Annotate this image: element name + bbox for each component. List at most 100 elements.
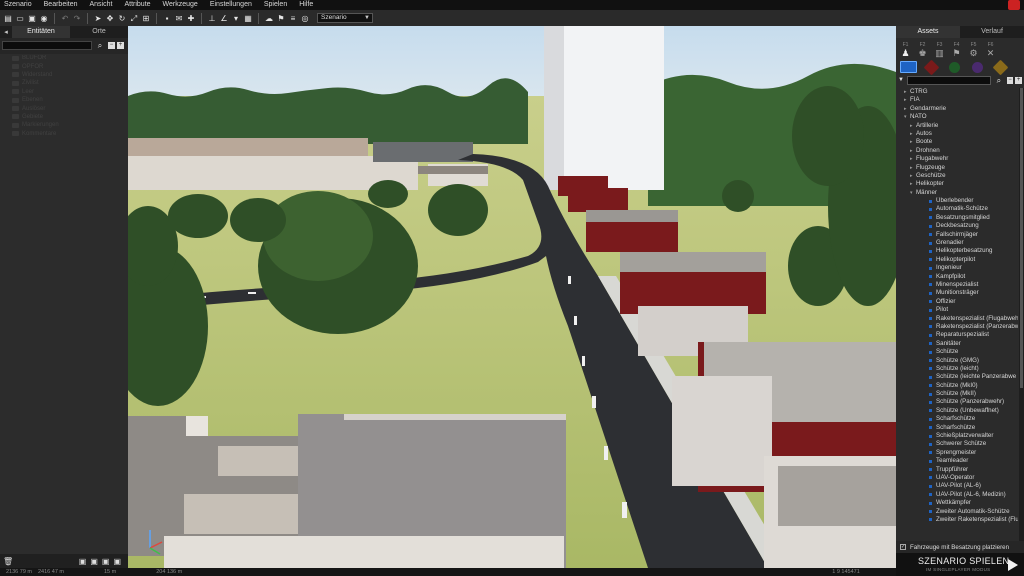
angle-icon[interactable]: ∠ [220,14,229,23]
weather-icon[interactable]: ☁ [265,14,274,23]
tree-item[interactable]: UAV-Pilot (AL-6) [896,482,1018,490]
tree-item[interactable]: ▸ Gendarmerie [896,105,1018,113]
category-modules[interactable]: F3 ▥ [934,42,945,58]
vertical-snap-icon[interactable]: ⊥ [208,14,217,23]
tree-item[interactable]: ▸ Flugzeuge [896,164,1018,172]
menu-spielen[interactable]: Spielen [258,0,293,10]
menu-ansicht[interactable]: Ansicht [84,0,119,10]
open-folder-icon[interactable]: ▭ [16,14,25,23]
tree-item[interactable]: UAV-Pilot (AL-6, Medizin) [896,491,1018,499]
tree-item[interactable]: Minenspezialist [896,281,1018,289]
community-icon[interactable] [1008,0,1020,10]
new-file-icon[interactable]: ▤ [4,14,13,23]
list-item[interactable]: Widerstand [0,71,128,79]
map-icon[interactable]: ▦ [244,14,253,23]
scenario-select[interactable]: Szenario ▼ [317,13,373,23]
search-icon[interactable]: ⌕ [96,41,105,50]
independent-faction-icon[interactable] [949,61,960,73]
scrollbar-thumb[interactable] [1020,88,1023,388]
category-groups[interactable]: F2 ♚ [917,42,928,58]
tree-item[interactable]: Wettkämpfer [896,499,1018,507]
list-item[interactable]: Markierungen [0,121,128,129]
new-layer-icon[interactable]: ▣ [90,557,98,566]
list-item[interactable]: Auslöser [0,104,128,112]
civilian-faction-icon[interactable] [972,61,983,73]
play-scenario-button[interactable]: SZENARIO SPIELEN IM SINGLEPLAYER MODUS [896,553,1024,576]
category-units[interactable]: F1 ♟ [900,42,911,58]
list-item[interactable]: Zivilist [0,79,128,87]
visibility-icon[interactable]: ▣ [113,557,121,566]
tree-item[interactable]: Munitionsträger [896,289,1018,297]
tree-item[interactable]: Offizier [896,298,1018,306]
new-folder-icon[interactable]: ▣ [79,557,87,566]
tab-assets[interactable]: Assets [896,26,960,38]
scale-icon[interactable]: ⤢ [130,14,139,23]
camera-focus-icon[interactable]: ▣ [102,557,110,566]
tree-item[interactable]: Deckbesatzung [896,222,1018,230]
tree-item[interactable]: Pilot [896,306,1018,314]
list-item[interactable]: Kommentare [0,130,128,138]
tree-item[interactable]: Reparaturspezialist [896,331,1018,339]
tree-item[interactable]: Schütze (leicht) [896,365,1018,373]
menu-szenario[interactable]: Szenario [0,0,38,10]
tree-item[interactable]: ▸ Helikopter [896,180,1018,188]
tree-item[interactable]: Raketenspezialist (Flugabwehr) [896,315,1018,323]
menu-einstellungen[interactable]: Einstellungen [204,0,258,10]
tree-item[interactable]: Schießplatzverwalter [896,432,1018,440]
tree-item[interactable]: ▾ NATO [896,113,1018,121]
tree-item[interactable]: Ingenieur [896,264,1018,272]
blufor-faction-icon[interactable] [900,61,917,73]
assets-search-input[interactable] [906,75,991,85]
search-icon[interactable]: ⌕ [995,76,1004,85]
tree-item[interactable]: Raketenspezialist (Panzerabwehr) [896,323,1018,331]
redo-icon[interactable]: ↷ [73,14,82,23]
menu-werkzeuge[interactable]: Werkzeuge [157,0,204,10]
save-icon[interactable]: ▣ [28,14,37,23]
expand-all-icon[interactable]: + [1015,76,1023,84]
tree-item[interactable]: Truppführer [896,466,1018,474]
tree-item[interactable]: ▾ Männer [896,189,1018,197]
camera-icon[interactable]: ▪ [163,14,172,23]
list-item[interactable]: BLUFOR [0,54,128,62]
tree-item[interactable]: ▸ Flugabwehr [896,155,1018,163]
tree-item[interactable]: Sprengmeister [896,449,1018,457]
collapse-all-icon[interactable]: − [108,41,115,49]
filter-dropdown-icon[interactable]: ▼ [898,77,905,83]
list-item[interactable]: Leer [0,88,128,96]
category-markers[interactable]: F6 ✕ [985,42,996,58]
entities-search-input[interactable] [2,40,92,50]
tree-item[interactable]: Schütze (Panzerabwehr) [896,398,1018,406]
tree-item[interactable]: Schütze [896,348,1018,356]
trash-icon[interactable]: 🗑 [3,557,13,566]
menu-bearbeiten[interactable]: Bearbeiten [38,0,84,10]
vision-icon[interactable]: ◎ [301,14,310,23]
tree-item[interactable]: Kampfpilot [896,273,1018,281]
mail-icon[interactable]: ✉ [175,14,184,23]
tree-item[interactable]: Grenadier [896,239,1018,247]
select-cursor-icon[interactable]: ➤ [94,14,103,23]
tree-item[interactable]: Automatik-Schütze [896,205,1018,213]
assets-scrollbar[interactable] [1019,88,1024,542]
tree-item[interactable]: UAV-Operator [896,474,1018,482]
tree-item[interactable]: Schütze (GMG) [896,357,1018,365]
tree-item[interactable]: Scharfschütze [896,415,1018,423]
tab-orte[interactable]: Orte [70,26,128,38]
tree-item[interactable]: Besatzungsmitglied [896,214,1018,222]
menu-attribute[interactable]: Attribute [118,0,156,10]
tree-item[interactable]: Helikopterbesatzung [896,247,1018,255]
tree-item[interactable]: Sanitäter [896,340,1018,348]
tree-item[interactable]: Fallschirmjäger [896,231,1018,239]
tree-item[interactable]: Schütze (MkII) [896,390,1018,398]
undo-icon[interactable]: ↶ [61,14,70,23]
export-icon[interactable]: ◉ [40,14,49,23]
tree-item[interactable]: ▸ Artillerie [896,122,1018,130]
empty-faction-icon[interactable] [992,59,1009,75]
tree-item[interactable]: Teamleader [896,457,1018,465]
collapse-all-icon[interactable]: − [1006,76,1014,84]
snap-icon[interactable]: ⊞ [142,14,151,23]
list-item[interactable]: Gebiete [0,113,128,121]
list-item[interactable]: Ebenen [0,96,128,104]
tab-entitaeten[interactable]: Entitäten [12,26,70,38]
menu-hilfe[interactable]: Hilfe [293,0,319,10]
tree-item[interactable]: ▸ Autos [896,130,1018,138]
